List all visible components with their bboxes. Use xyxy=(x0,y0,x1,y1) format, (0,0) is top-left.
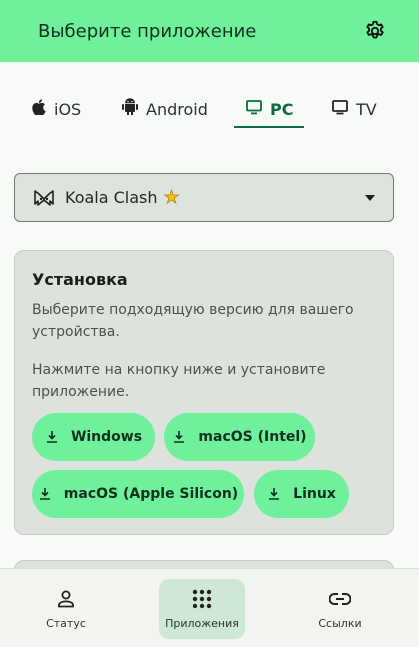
download-icon xyxy=(269,488,280,500)
download-icon xyxy=(174,431,185,443)
button-label: Linux xyxy=(293,486,336,502)
android-icon xyxy=(122,98,138,120)
gear-icon[interactable] xyxy=(363,19,387,43)
tab-label: TV xyxy=(356,99,377,119)
page-title: Выберите приложение xyxy=(38,20,257,42)
apple-icon xyxy=(32,99,46,119)
active-tab-indicator xyxy=(234,126,304,128)
tab-label: PC xyxy=(270,99,294,119)
star-icon: ★ xyxy=(163,186,180,208)
nav-item-links[interactable]: Ссылки xyxy=(298,579,382,639)
person-icon xyxy=(55,588,77,610)
koala-clash-logo-icon xyxy=(33,187,55,209)
tab-ios[interactable]: iOS xyxy=(32,90,81,128)
install-card: Установка Выберите подходящую версию для… xyxy=(14,250,394,535)
install-title: Установка xyxy=(32,270,128,289)
button-label: Windows xyxy=(70,429,143,445)
button-label: macOS (Intel) xyxy=(198,429,307,445)
tab-android[interactable]: Android xyxy=(122,90,208,128)
download-macos-apple-silicon-button[interactable]: macOS (Apple Silicon) xyxy=(32,470,244,518)
app-header: Выберите приложение xyxy=(0,0,419,62)
button-label: macOS (Apple Silicon) xyxy=(63,486,239,502)
download-macos-intel-button[interactable]: macOS (Intel) xyxy=(164,413,315,461)
link-icon xyxy=(329,588,351,610)
select-value: Koala Clash xyxy=(65,188,158,207)
download-linux-button[interactable]: Linux xyxy=(254,470,349,518)
install-text-1: Выберите подходящую версию для вашего ус… xyxy=(32,302,354,340)
tab-label: Android xyxy=(146,99,208,119)
app-select[interactable]: Koala Clash ★ xyxy=(14,173,394,222)
tv-icon xyxy=(332,99,348,119)
tab-tv[interactable]: TV xyxy=(332,90,377,128)
nav-item-apps[interactable]: Приложения xyxy=(159,579,245,639)
chevron-down-icon xyxy=(365,195,375,201)
tab-label: iOS xyxy=(54,99,82,119)
nav-label: Ссылки xyxy=(318,617,362,630)
download-icon xyxy=(39,488,50,500)
nav-label: Статус xyxy=(46,617,86,630)
monitor-icon xyxy=(246,99,262,119)
install-text-2: Нажмите на кнопку ниже и установите прил… xyxy=(32,362,326,400)
apps-grid-icon xyxy=(191,588,213,610)
nav-label: Приложения xyxy=(165,617,239,630)
tab-pc[interactable]: PC xyxy=(246,90,293,128)
bottom-navigation: Статус Приложения Ссылки xyxy=(0,568,419,647)
platform-tabs: iOS Android PC TV xyxy=(0,90,419,130)
download-icon xyxy=(46,431,57,443)
nav-item-status[interactable]: Статус xyxy=(24,579,108,639)
download-windows-button[interactable]: Windows xyxy=(32,413,155,461)
